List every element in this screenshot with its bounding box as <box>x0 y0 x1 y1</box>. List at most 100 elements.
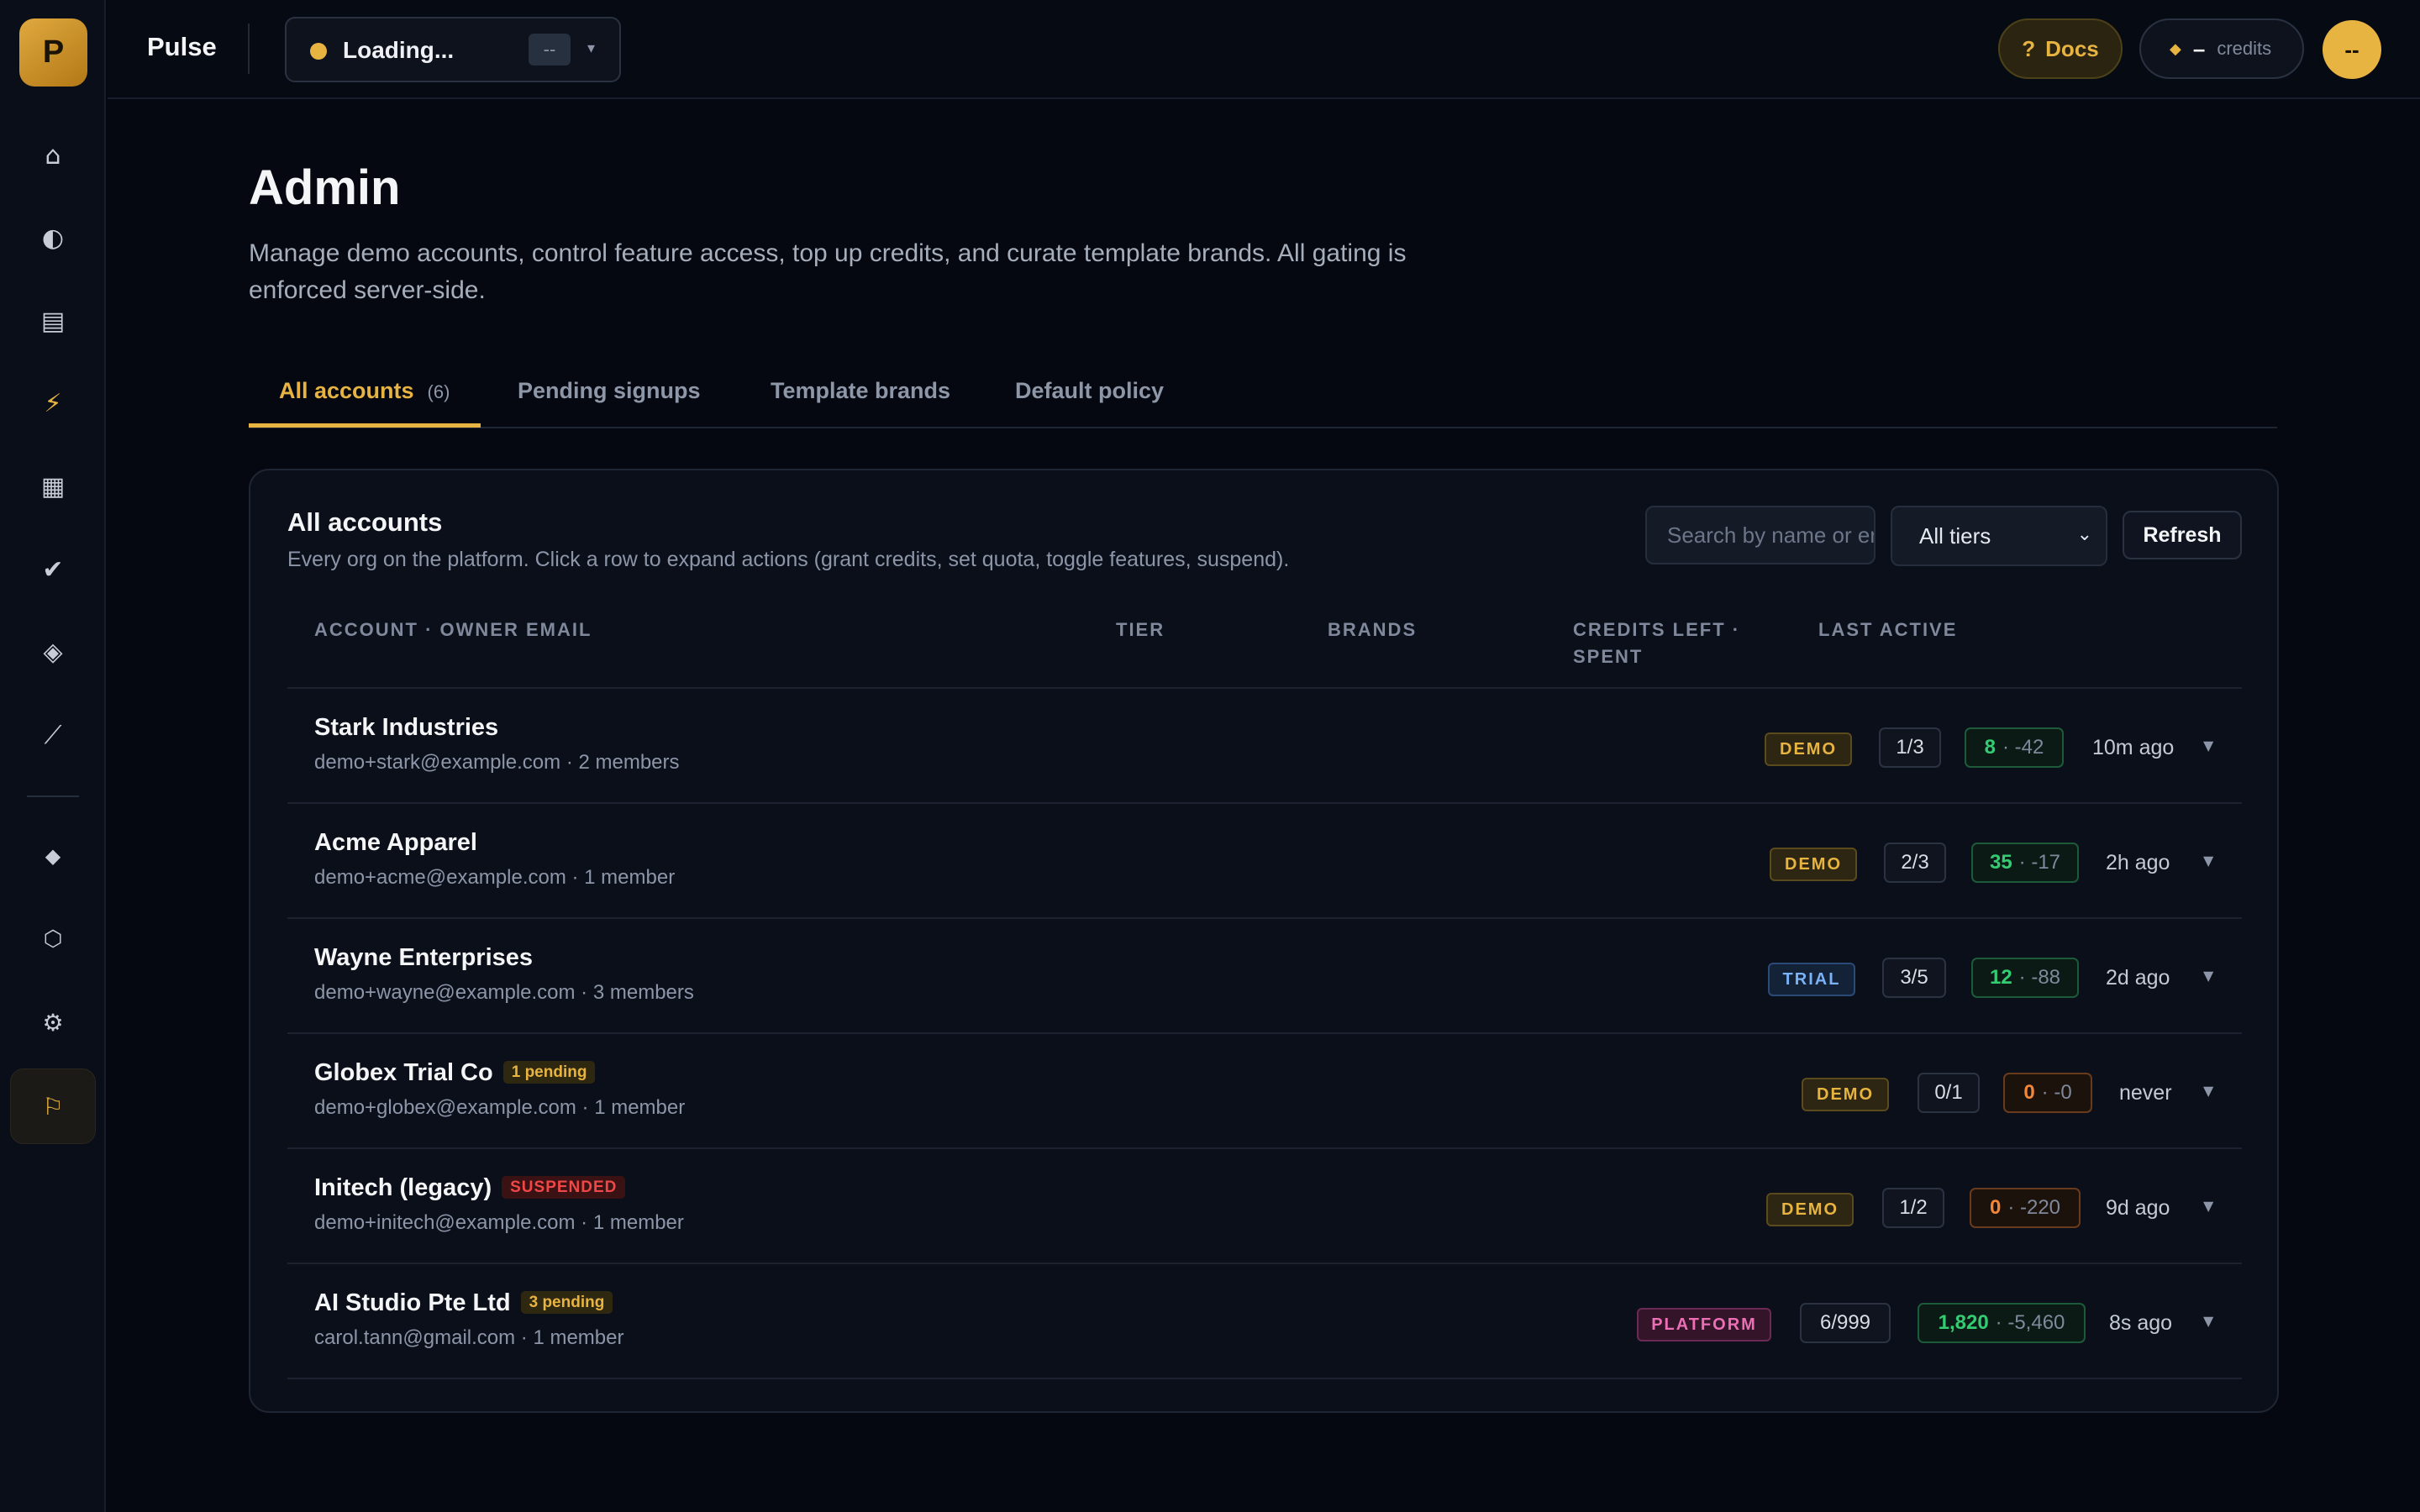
org-chip: -- <box>529 34 571 66</box>
brands-count: 6/999 <box>1800 1303 1891 1343</box>
credits-spent: · -17 <box>2018 851 2061 874</box>
credits-spent: · -88 <box>2018 966 2061 989</box>
expand-chevron-icon[interactable]: ▼ <box>2203 738 2213 753</box>
home-icon[interactable]: ⌂ <box>25 128 81 183</box>
topbar-divider <box>248 24 250 74</box>
tier-badge: PLATFORM <box>1637 1308 1771 1341</box>
tier-badge: DEMO <box>1765 732 1852 766</box>
trend-icon[interactable]: ⟋ <box>25 707 81 763</box>
credits-spent: · -42 <box>2002 736 2044 759</box>
credits-left: 8 <box>1984 736 1996 759</box>
brands-count: 0/1 <box>1918 1073 1980 1113</box>
column-header-last-active: LAST ACTIVE <box>1818 619 1958 640</box>
page-description: Manage demo accounts, control feature ac… <box>249 239 1407 304</box>
credits-left: 0 <box>2023 1081 2035 1104</box>
table-row[interactable]: Initech (legacy) SUSPENDED demo+initech@e… <box>287 1149 2242 1264</box>
panel-title: All accounts <box>287 507 443 537</box>
gem-icon[interactable]: ◆ <box>25 828 81 884</box>
expand-chevron-icon[interactable]: ▼ <box>2203 1198 2213 1214</box>
column-header-account: ACCOUNT · OWNER EMAIL <box>314 619 592 640</box>
brands-count: 2/3 <box>1884 843 1946 883</box>
hexagon-icon[interactable]: ⬡ <box>25 911 81 967</box>
column-header-tier: TIER <box>1116 619 1165 640</box>
credits-left: 35 <box>1989 851 2012 874</box>
org-switcher[interactable]: Loading... -- ▾ <box>285 17 621 82</box>
tier-badge: DEMO <box>1802 1078 1889 1111</box>
diamond-icon[interactable]: ◈ <box>25 624 81 680</box>
suspended-badge: SUSPENDED <box>502 1176 626 1199</box>
credits-spent: · -0 <box>2041 1081 2072 1104</box>
credits-pill[interactable]: ◆ – credits <box>2139 18 2304 79</box>
last-active: never <box>2119 1081 2172 1105</box>
tab-label: All accounts <box>279 378 414 403</box>
topbar: Pulse Loading... -- ▾ ? Docs ◆ – credits… <box>108 0 2420 99</box>
brands-count: 1/2 <box>1882 1188 1944 1228</box>
credits-box: 35 · -17 <box>1971 843 2079 883</box>
credits-left: 12 <box>1989 966 2012 989</box>
tier-filter-select[interactable]: All tiers ⌄ <box>1891 506 2107 566</box>
contrast-icon[interactable]: ◐ <box>25 210 81 265</box>
account-owner: demo+stark@example.com · 2 members <box>314 751 680 774</box>
check-icon[interactable]: ✔ <box>25 542 81 597</box>
org-status-label: Loading... <box>343 37 455 63</box>
table-row[interactable]: AI Studio Pte Ltd 3 pending carol.tann@gm… <box>287 1264 2242 1379</box>
account-name: Wayne Enterprises <box>314 944 534 971</box>
expand-chevron-icon[interactable]: ▼ <box>2203 1313 2213 1329</box>
panel-description: Every org on the platform. Click a row t… <box>287 548 1290 571</box>
table-row[interactable]: Globex Trial Co 1 pending demo+globex@exa… <box>287 1034 2242 1149</box>
tab-count: (6) <box>427 381 450 402</box>
credits-box: 0 · -220 <box>1970 1188 2081 1228</box>
brands-count: 1/3 <box>1879 727 1941 768</box>
credits-gem-icon: ◆ <box>2170 39 2181 58</box>
tab-template-brands[interactable]: Template brands <box>771 378 950 428</box>
credits-label: credits <box>2217 38 2272 59</box>
tab-all-accounts[interactable]: All accounts (6) <box>279 378 450 428</box>
account-owner: carol.tann@gmail.com · 1 member <box>314 1326 624 1349</box>
docs-button[interactable]: ? Docs <box>1998 18 2123 79</box>
credits-spent: · -5,460 <box>1995 1311 2065 1334</box>
table-row[interactable]: Stark Industries demo+stark@example.com … <box>287 689 2242 804</box>
column-header-brands: BRANDS <box>1328 619 1418 640</box>
sidebar: P ⌂ ◐ ▤ ⚡ ▦ ✔ ◈ ⟋ ◆ ⬡ ⚙ ⚐ <box>0 0 106 1512</box>
credits-box: 12 · -88 <box>1971 958 2079 998</box>
lightning-icon[interactable]: ⚡ <box>25 375 81 431</box>
gear-icon[interactable]: ⚙ <box>25 995 81 1050</box>
column-header-credits-line2: SPENT <box>1573 646 1644 667</box>
expand-chevron-icon[interactable]: ▼ <box>2203 853 2213 869</box>
expand-chevron-icon[interactable]: ▼ <box>2203 968 2213 984</box>
credits-spent: · -220 <box>2007 1196 2061 1219</box>
last-active: 8s ago <box>2109 1311 2173 1335</box>
refresh-button[interactable]: Refresh <box>2123 511 2242 559</box>
credits-box: 0 · -0 <box>2003 1073 2092 1113</box>
flag-icon[interactable]: ⚐ <box>25 1079 81 1134</box>
help-icon: ? <box>2022 35 2036 61</box>
account-owner: demo+wayne@example.com · 3 members <box>314 981 694 1004</box>
account-owner: demo+initech@example.com · 1 member <box>314 1211 684 1234</box>
expand-chevron-icon[interactable]: ▼ <box>2203 1083 2213 1099</box>
search-input[interactable] <box>1645 506 1876 564</box>
table-row[interactable]: Acme Apparel demo+acme@example.com · 1 m… <box>287 804 2242 919</box>
document-icon[interactable]: ▤ <box>25 293 81 349</box>
table-row[interactable]: Wayne Enterprises demo+wayne@example.com… <box>287 919 2242 1034</box>
sidebar-divider <box>27 795 79 797</box>
tier-badge: DEMO <box>1766 1193 1854 1226</box>
pending-badge: 1 pending <box>502 1061 596 1084</box>
credits-box: 1,820 · -5,460 <box>1918 1303 2086 1343</box>
account-name: AI Studio Pte Ltd 3 pending <box>314 1289 613 1317</box>
credits-left: 0 <box>1989 1196 2002 1219</box>
tab-default-policy[interactable]: Default policy <box>1015 378 1164 428</box>
tier-badge: DEMO <box>1770 848 1857 881</box>
docs-label: Docs <box>2045 35 2099 61</box>
brands-count: 3/5 <box>1882 958 1946 998</box>
column-header-credits-line1: CREDITS LEFT · <box>1573 619 1741 640</box>
avatar[interactable]: -- <box>2323 20 2381 79</box>
app-logo[interactable]: P <box>19 18 87 87</box>
account-name-text: Initech (legacy) <box>314 1174 492 1201</box>
status-dot-icon <box>310 43 327 60</box>
active-tab-indicator <box>249 423 481 428</box>
tier-filter-value: All tiers <box>1919 522 1991 549</box>
credits-left: 1,820 <box>1938 1311 1989 1334</box>
grid-icon[interactable]: ▦ <box>25 459 81 514</box>
tab-pending-signups[interactable]: Pending signups <box>518 378 701 428</box>
credits-value: – <box>2192 35 2206 61</box>
